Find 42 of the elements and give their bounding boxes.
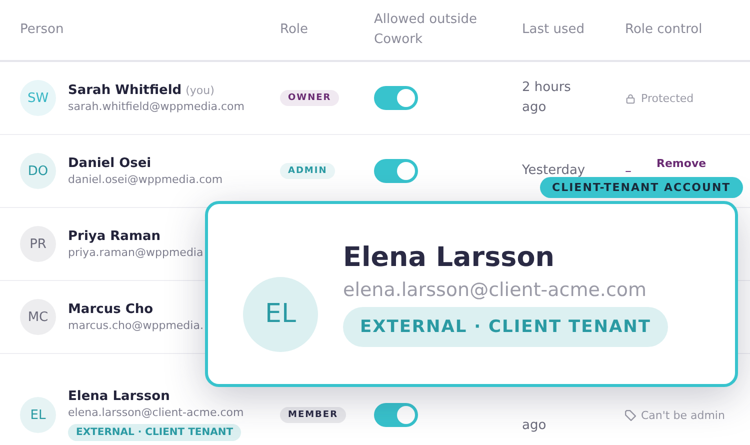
person-email: elena.larsson@client-acme.com bbox=[343, 278, 647, 300]
avatar: EL bbox=[20, 397, 56, 433]
remove-link[interactable]: Remove bbox=[656, 156, 706, 170]
restriction-label: Can't be admin bbox=[641, 408, 725, 422]
person-name: Daniel Osei bbox=[68, 156, 152, 171]
tenant-tag: EXTERNAL · CLIENT TENANT bbox=[68, 424, 242, 441]
person-email: marcus.cho@wppmedia. bbox=[68, 319, 204, 332]
last-used-text: ago bbox=[522, 417, 548, 435]
role-tag: ADMIN bbox=[280, 163, 336, 179]
person-name: Marcus Cho bbox=[68, 302, 154, 317]
person-name: Elena Larsson bbox=[68, 389, 170, 404]
role-tag: MEMBER bbox=[280, 407, 346, 423]
dash-mark: – bbox=[625, 164, 632, 178]
toggle-switch[interactable] bbox=[374, 159, 418, 183]
column-header: Person bbox=[20, 21, 64, 39]
person-name: Elena Larsson bbox=[343, 242, 555, 272]
account-badge: CLIENT-TENANT ACCOUNT bbox=[540, 177, 743, 198]
person-email: sarah.whitfield@wppmedia.com bbox=[68, 100, 244, 113]
column-header: Role bbox=[280, 21, 308, 39]
last-used-text: Yesterday bbox=[522, 162, 586, 180]
person-name: Priya Raman bbox=[68, 229, 161, 244]
toggle-switch[interactable] bbox=[374, 86, 418, 110]
tenant-tag: EXTERNAL · CLIENT TENANT bbox=[343, 306, 668, 346]
avatar: PR bbox=[20, 226, 56, 262]
you-label: (you) bbox=[186, 84, 214, 97]
role-tag: OWNER bbox=[280, 90, 340, 106]
column-header: Role control bbox=[625, 21, 702, 39]
avatar: EL bbox=[243, 276, 318, 352]
last-used-text: 2 hours ago bbox=[522, 79, 572, 117]
toggle-switch[interactable] bbox=[374, 403, 418, 427]
avatar: MC bbox=[20, 299, 56, 335]
avatar: SW bbox=[20, 80, 56, 116]
column-header: Last used bbox=[522, 21, 584, 39]
column-header: Allowed outside Cowork bbox=[374, 11, 478, 49]
tag-icon bbox=[625, 410, 636, 420]
person-email: daniel.osei@wppmedia.com bbox=[68, 173, 223, 186]
person-email: priya.raman@wppmedia bbox=[68, 246, 204, 259]
person-name: Sarah Whitfield bbox=[68, 83, 182, 98]
lock-icon bbox=[625, 92, 636, 104]
person-email: elena.larsson@client-acme.com bbox=[68, 406, 244, 419]
protected-label: Protected bbox=[641, 92, 694, 104]
avatar: DO bbox=[20, 153, 56, 189]
